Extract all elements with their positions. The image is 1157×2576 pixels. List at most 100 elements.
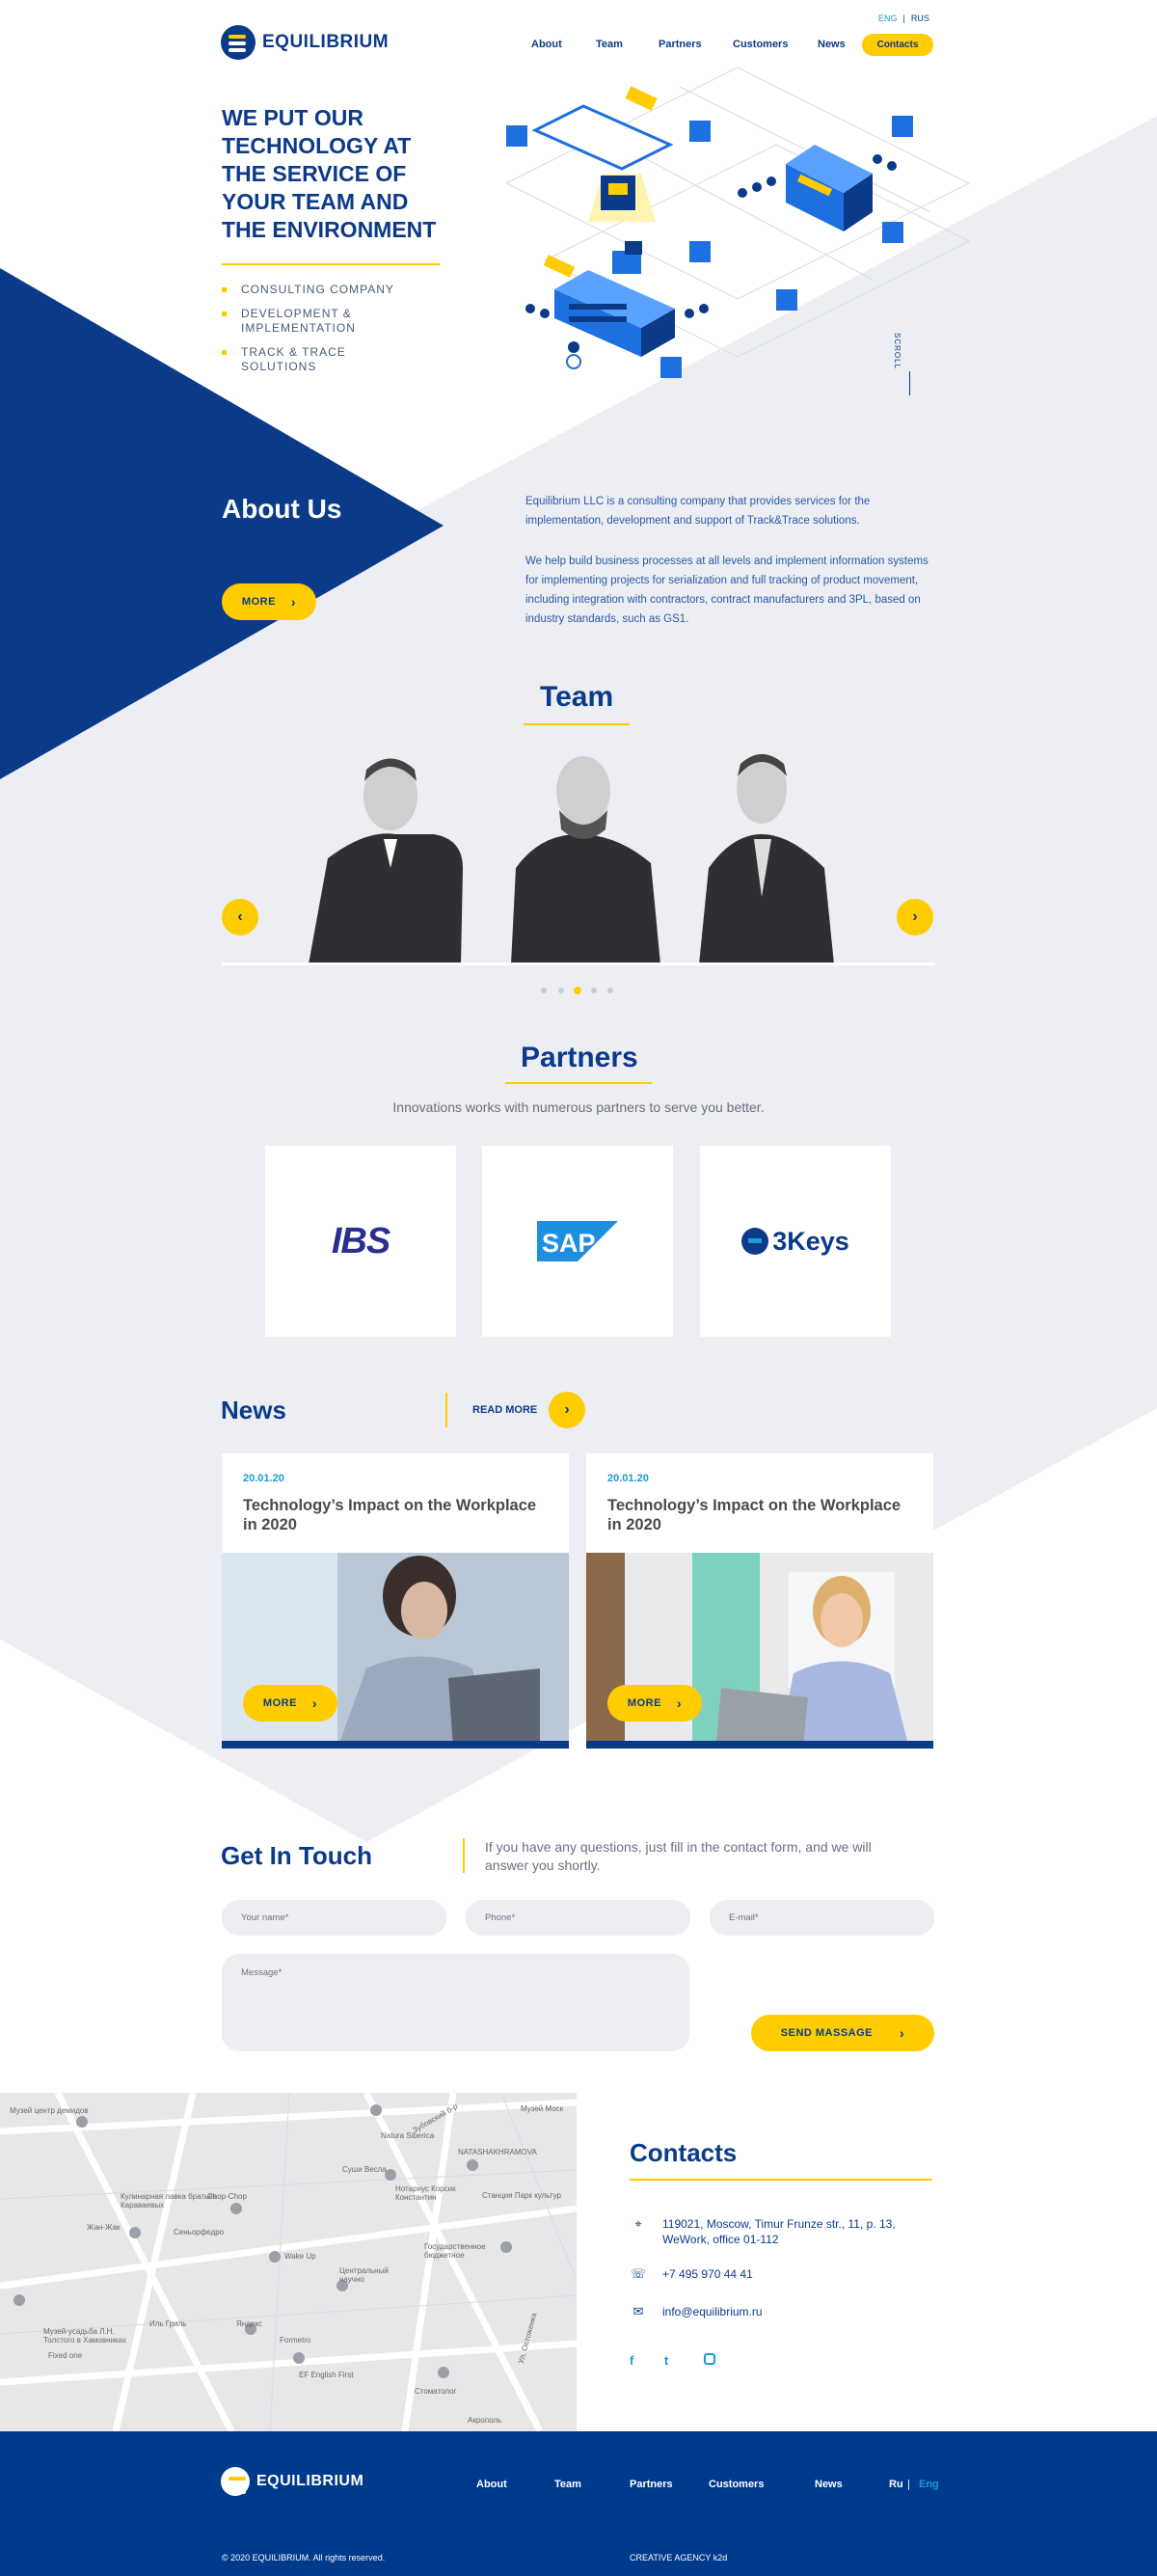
map-label: Стоматолог <box>415 2387 457 2396</box>
chevron-right-icon: › <box>290 594 297 610</box>
partner-card-ibs[interactable]: IBS <box>265 1146 456 1337</box>
partners-underline <box>505 1082 652 1084</box>
news-more-button[interactable]: MORE › <box>607 1685 702 1722</box>
footer-nav-about[interactable]: About <box>476 2479 507 2490</box>
partner-card-3keys[interactable]: 3Keys <box>700 1146 891 1337</box>
footer-lang-separator: | <box>907 2479 910 2490</box>
map-label: Chop-Chop <box>207 2192 247 2201</box>
contacts-button[interactable]: Contacts <box>862 34 933 56</box>
mail-icon: ✉ <box>632 2304 644 2318</box>
news-card[interactable]: 20.01.20 Technology’s Impact on the Work… <box>586 1453 933 1749</box>
map-label: Кулинарная лавка братьев Караваевых <box>121 2192 217 2210</box>
news-more-button[interactable]: MORE › <box>243 1685 337 1722</box>
brand-logo[interactable]: EQUILIBRIUM <box>221 25 389 60</box>
news-headline[interactable]: Technology’s Impact on the Workplace in … <box>607 1496 916 1534</box>
news-read-more-button[interactable]: › <box>549 1392 585 1428</box>
chevron-right-icon: › <box>311 1695 318 1711</box>
partners-title: Partners <box>521 1042 638 1073</box>
agency-credit[interactable]: CREATIVE AGENCY k2d <box>630 2553 727 2562</box>
nav-about[interactable]: About <box>531 39 562 50</box>
scroll-indicator[interactable]: SCROLL <box>893 333 901 369</box>
email-input[interactable]: E-mail* <box>710 1900 934 1936</box>
map-label: NATASHAKHRAMOVA <box>458 2148 537 2156</box>
map-label: Музей Моск <box>521 2104 564 2113</box>
partner-card-sap[interactable]: SAP <box>482 1146 673 1337</box>
news-date: 20.01.20 <box>607 1473 649 1484</box>
twitter-icon[interactable]: t <box>664 2353 668 2368</box>
hero-divider <box>222 263 440 265</box>
team-next-button[interactable]: › <box>897 899 933 935</box>
map-label: Иль Гриль <box>149 2319 187 2328</box>
scroll-arrow-icon <box>909 371 910 395</box>
about-paragraph-2: We help build business processes at all … <box>525 556 928 625</box>
footer-nav-team[interactable]: Team <box>554 2479 581 2490</box>
team-page-dot[interactable] <box>591 988 597 993</box>
chevron-left-icon: ‹ <box>237 908 243 925</box>
name-input[interactable]: Your name* <box>222 1900 446 1936</box>
message-textarea[interactable]: Message* <box>222 1954 689 2051</box>
touch-divider <box>463 1838 465 1873</box>
chevron-right-icon: › <box>676 1695 683 1711</box>
map-label: Суши Весла <box>342 2165 387 2174</box>
map-label: Formetro <box>280 2336 311 2345</box>
contact-email[interactable]: ✉ info@equilibrium.ru <box>630 2304 763 2319</box>
chevron-right-icon: › <box>564 1401 570 1418</box>
touch-text: If you have any questions, just fill in … <box>485 1839 872 1873</box>
footer-logo[interactable]: EQUILIBRIUM <box>221 2467 363 2496</box>
hero-item: TRACK & TRACE SOLUTIONS <box>222 345 415 374</box>
about-more-button[interactable]: MORE › <box>222 583 316 620</box>
footer-lang-eng[interactable]: Eng <box>919 2479 939 2490</box>
news-read-more[interactable]: READ MORE <box>472 1404 537 1416</box>
map-label: Центральный научно <box>339 2266 389 2284</box>
team-page-dot[interactable] <box>541 988 547 993</box>
contact-address: ⌖ 119021, Moscow, Timur Frunze str., 11, … <box>630 2216 942 2247</box>
lang-eng[interactable]: ENG <box>878 14 898 23</box>
contact-phone[interactable]: ☏ +7 495 970 44 41 <box>630 2266 753 2282</box>
map-label: Жан-Жак <box>87 2223 121 2232</box>
nav-partners[interactable]: Partners <box>659 39 702 50</box>
hero-list: CONSULTING COMPANY DEVELOPMENT & IMPLEME… <box>222 283 415 384</box>
news-card[interactable]: 20.01.20 Technology’s Impact on the Work… <box>222 1453 569 1749</box>
team-title: Team <box>540 681 614 713</box>
3keys-logo-icon <box>741 1228 769 1255</box>
lang-rus[interactable]: RUS <box>911 14 929 23</box>
svg-text:SAP: SAP <box>542 1229 596 1258</box>
send-button[interactable]: SEND MASSAGE › <box>751 2015 934 2051</box>
footer-nav-customers[interactable]: Customers <box>709 2479 764 2490</box>
about-title: About Us <box>222 494 342 524</box>
phone-input[interactable]: Phone* <box>466 1900 690 1936</box>
team-prev-button[interactable]: ‹ <box>222 899 258 935</box>
news-divider <box>445 1393 447 1427</box>
logo-icon <box>221 25 256 60</box>
team-photos <box>309 754 834 964</box>
footer-nav-news[interactable]: News <box>815 2479 843 2490</box>
nav-customers[interactable]: Customers <box>733 39 788 50</box>
team-page-dot-active[interactable] <box>574 987 581 994</box>
ibs-logo: IBS <box>331 1220 390 1261</box>
footer-lang-ru[interactable]: Ru <box>889 2479 903 2490</box>
location-map[interactable]: Музей центр демидов Зубовский б-р Музей … <box>0 2093 577 2431</box>
phone-icon: ☏ <box>630 2266 647 2281</box>
news-date: 20.01.20 <box>243 1473 284 1484</box>
hero-item: DEVELOPMENT & IMPLEMENTATION <box>222 307 415 336</box>
brand-name: EQUILIBRIUM <box>262 32 390 52</box>
facebook-icon[interactable]: f <box>630 2353 633 2368</box>
instagram-icon[interactable]: o <box>704 2353 715 2365</box>
footer-brand-name: EQUILIBRIUM <box>256 2473 364 2489</box>
map-roads <box>0 2093 577 2431</box>
map-label: Сеньорфедро <box>174 2228 225 2237</box>
nav-team[interactable]: Team <box>596 39 623 50</box>
nav-news[interactable]: News <box>818 39 846 50</box>
map-label: Нотариус Корсик Константин <box>395 2184 456 2202</box>
news-title: News <box>221 1396 286 1424</box>
team-page-dot[interactable] <box>558 988 564 993</box>
hero-item: CONSULTING COMPANY <box>222 283 415 297</box>
news-headline[interactable]: Technology’s Impact on the Workplace in … <box>243 1496 552 1534</box>
footer: EQUILIBRIUM About Team Partners Customer… <box>0 2431 1157 2576</box>
logo-icon <box>221 2467 250 2496</box>
footer-nav-partners[interactable]: Partners <box>630 2479 673 2490</box>
map-label: Музей центр демидов <box>10 2106 89 2115</box>
language-switch: ENG | RUS <box>878 14 929 23</box>
team-page-dot[interactable] <box>607 988 613 993</box>
touch-title: Get In Touch <box>221 1841 372 1870</box>
